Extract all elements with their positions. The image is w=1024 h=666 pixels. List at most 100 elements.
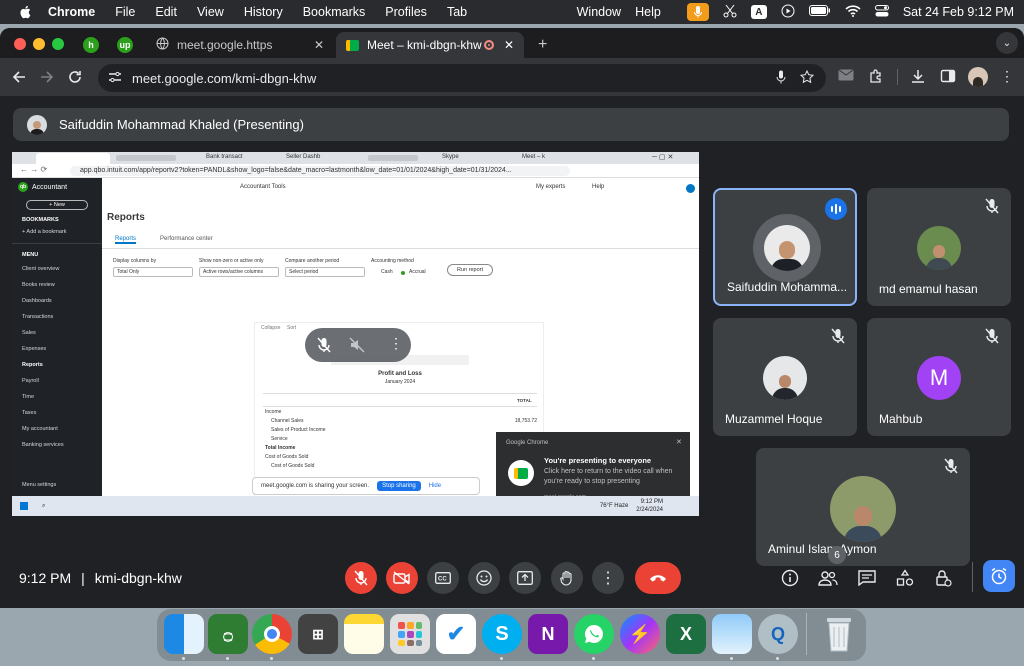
qbo-report-total-header: TOTAL (517, 398, 532, 403)
meeting-details-icon[interactable] (779, 567, 801, 589)
activities-icon[interactable] (894, 567, 916, 589)
messenger-icon[interactable]: ⚡ (620, 614, 660, 654)
menu-window[interactable]: Window (577, 5, 621, 19)
microphone-in-use-icon[interactable] (686, 3, 709, 21)
windows-start-icon (20, 502, 28, 510)
back-arrow-icon[interactable] (10, 68, 28, 86)
toggle-mic-button[interactable] (345, 562, 377, 594)
present-screen-button[interactable] (509, 562, 541, 594)
chat-icon[interactable] (856, 567, 878, 589)
wifi-icon[interactable] (845, 4, 861, 20)
site-settings-icon[interactable] (108, 71, 122, 86)
speaking-indicator-icon (825, 198, 847, 220)
close-window-button[interactable] (14, 38, 26, 50)
bookmark-star-icon[interactable] (799, 69, 815, 87)
url-text[interactable]: meet.google.com/kmi-dbgn-khw (132, 71, 316, 86)
shared-nav-arrows-icon: ← → ⟳ (20, 165, 48, 174)
menu-app-name[interactable]: Chrome (48, 5, 95, 19)
participant-tile-mahbub[interactable]: M Mahbub (867, 318, 1011, 436)
participant-tile-aminul[interactable]: Aminul Islam Aymon (756, 448, 970, 566)
menu-file[interactable]: File (115, 5, 135, 19)
participant-initial-avatar: M (917, 356, 961, 400)
download-icon[interactable] (910, 68, 926, 84)
qbo-add-bookmark: + Add a bookmark (22, 229, 67, 235)
more-options-button[interactable]: ⋮ (592, 562, 624, 594)
launchpad-icon[interactable] (390, 614, 430, 654)
calculator-icon[interactable]: ⊞ (298, 614, 338, 654)
keyboard-input-icon[interactable]: A (750, 5, 767, 19)
address-bar[interactable]: meet.google.com/kmi-dbgn-khw (98, 64, 826, 92)
menu-edit[interactable]: Edit (155, 5, 177, 19)
qbo-filter-dropdown: Active rows/active columns (199, 267, 279, 277)
quran-app-icon[interactable]: ۝ (208, 614, 248, 654)
minimize-window-button[interactable] (33, 38, 45, 50)
skype-icon[interactable]: S (482, 614, 522, 654)
extensions-puzzle-icon[interactable] (868, 68, 884, 84)
side-panel-icon[interactable] (940, 68, 956, 84)
pinned-tab-2[interactable]: up (111, 32, 139, 58)
qbo-filter-label: Display columns by (113, 258, 157, 264)
participant-tile-emamul[interactable]: md emamul hasan (867, 188, 1011, 306)
menu-bookmarks[interactable]: Bookmarks (303, 5, 366, 19)
toggle-camera-button[interactable] (386, 562, 418, 594)
notes-icon[interactable] (344, 614, 384, 654)
profile-avatar[interactable] (968, 67, 988, 87)
finder-icon[interactable] (164, 614, 204, 654)
shared-tab-meet: Meet – k (522, 154, 546, 160)
more-menu-icon[interactable]: ⋮ (1000, 68, 1014, 85)
qbo-menu-list: Client overview Books review Dashboards … (12, 261, 102, 453)
microphone-permission-icon[interactable] (776, 70, 786, 87)
quickbooks-logo-icon: qb (18, 182, 28, 192)
tab-meet-google-https[interactable]: meet.google.https ✕ (146, 32, 334, 58)
running-indicator (182, 657, 185, 660)
excel-icon[interactable]: X (666, 614, 706, 654)
raise-hand-button[interactable] (551, 562, 583, 594)
scissors-icon[interactable] (723, 4, 737, 21)
participant-avatar (763, 356, 807, 400)
timer-alarm-icon[interactable] (983, 560, 1015, 592)
menu-tab[interactable]: Tab (447, 5, 467, 19)
qbo-menu-item: Banking services (22, 442, 64, 448)
quicktime-icon[interactable]: Q (758, 614, 798, 654)
radio-selected-icon (401, 271, 405, 275)
tab-meet-active[interactable]: Meet – kmi-dbgn-khw ✕ (336, 32, 524, 58)
menu-history[interactable]: History (244, 5, 283, 19)
qbo-menu-item: Dashboards (22, 298, 52, 304)
presenter-banner: Saifuddin Mohammad Khaled (Presenting) (13, 108, 1009, 141)
captions-button[interactable]: CC (427, 562, 459, 594)
meeting-details: 9:12 PM | kmi-dbgn-khw (19, 570, 182, 586)
microsoft-todo-icon[interactable]: ✔ (436, 614, 476, 654)
close-tab-icon[interactable]: ✕ (314, 38, 324, 52)
close-tab-icon[interactable]: ✕ (504, 38, 514, 52)
new-tab-button[interactable]: + (528, 32, 557, 58)
play-circle-icon[interactable] (781, 4, 795, 21)
control-center-icon[interactable] (874, 4, 889, 20)
whatsapp-icon[interactable] (574, 614, 614, 654)
participant-tile-muzammel[interactable]: Muzammel Hoque (713, 318, 857, 436)
menu-view[interactable]: View (197, 5, 224, 19)
mail-extension-icon[interactable] (838, 69, 854, 81)
zoom-window-button[interactable] (52, 38, 64, 50)
menu-help[interactable]: Help (635, 5, 661, 19)
reactions-button[interactable] (468, 562, 500, 594)
reload-icon[interactable] (66, 68, 84, 86)
forward-arrow-icon[interactable] (38, 68, 56, 86)
apple-logo-icon[interactable] (18, 5, 32, 19)
pinned-tab-1[interactable]: h (77, 32, 105, 58)
qbo-user-avatar (686, 184, 695, 193)
browser-toolbar: meet.google.com/kmi-dbgn-khw ⋮ (0, 58, 1024, 96)
participant-tile-saifuddin[interactable]: Saifuddin Mohamma... (713, 188, 857, 306)
tab-search-icon[interactable]: ⌄ (996, 32, 1018, 54)
preview-icon[interactable] (712, 614, 752, 654)
people-icon[interactable] (817, 567, 839, 589)
menu-bar-datetime[interactable]: Sat 24 Feb 9:12 PM (903, 5, 1014, 19)
qbo-report-row: Channel Sales 18,753.72 (271, 418, 537, 424)
battery-icon[interactable] (808, 5, 831, 19)
onenote-icon[interactable]: N (528, 614, 568, 654)
shared-browser-tabs: Bank transact Seller Dashb Skype Meet – … (12, 152, 699, 164)
chrome-app-icon[interactable] (252, 614, 292, 654)
host-controls-icon[interactable] (932, 567, 954, 589)
trash-icon[interactable] (819, 614, 859, 654)
leave-call-button[interactable] (635, 562, 681, 594)
menu-profiles[interactable]: Profiles (385, 5, 427, 19)
